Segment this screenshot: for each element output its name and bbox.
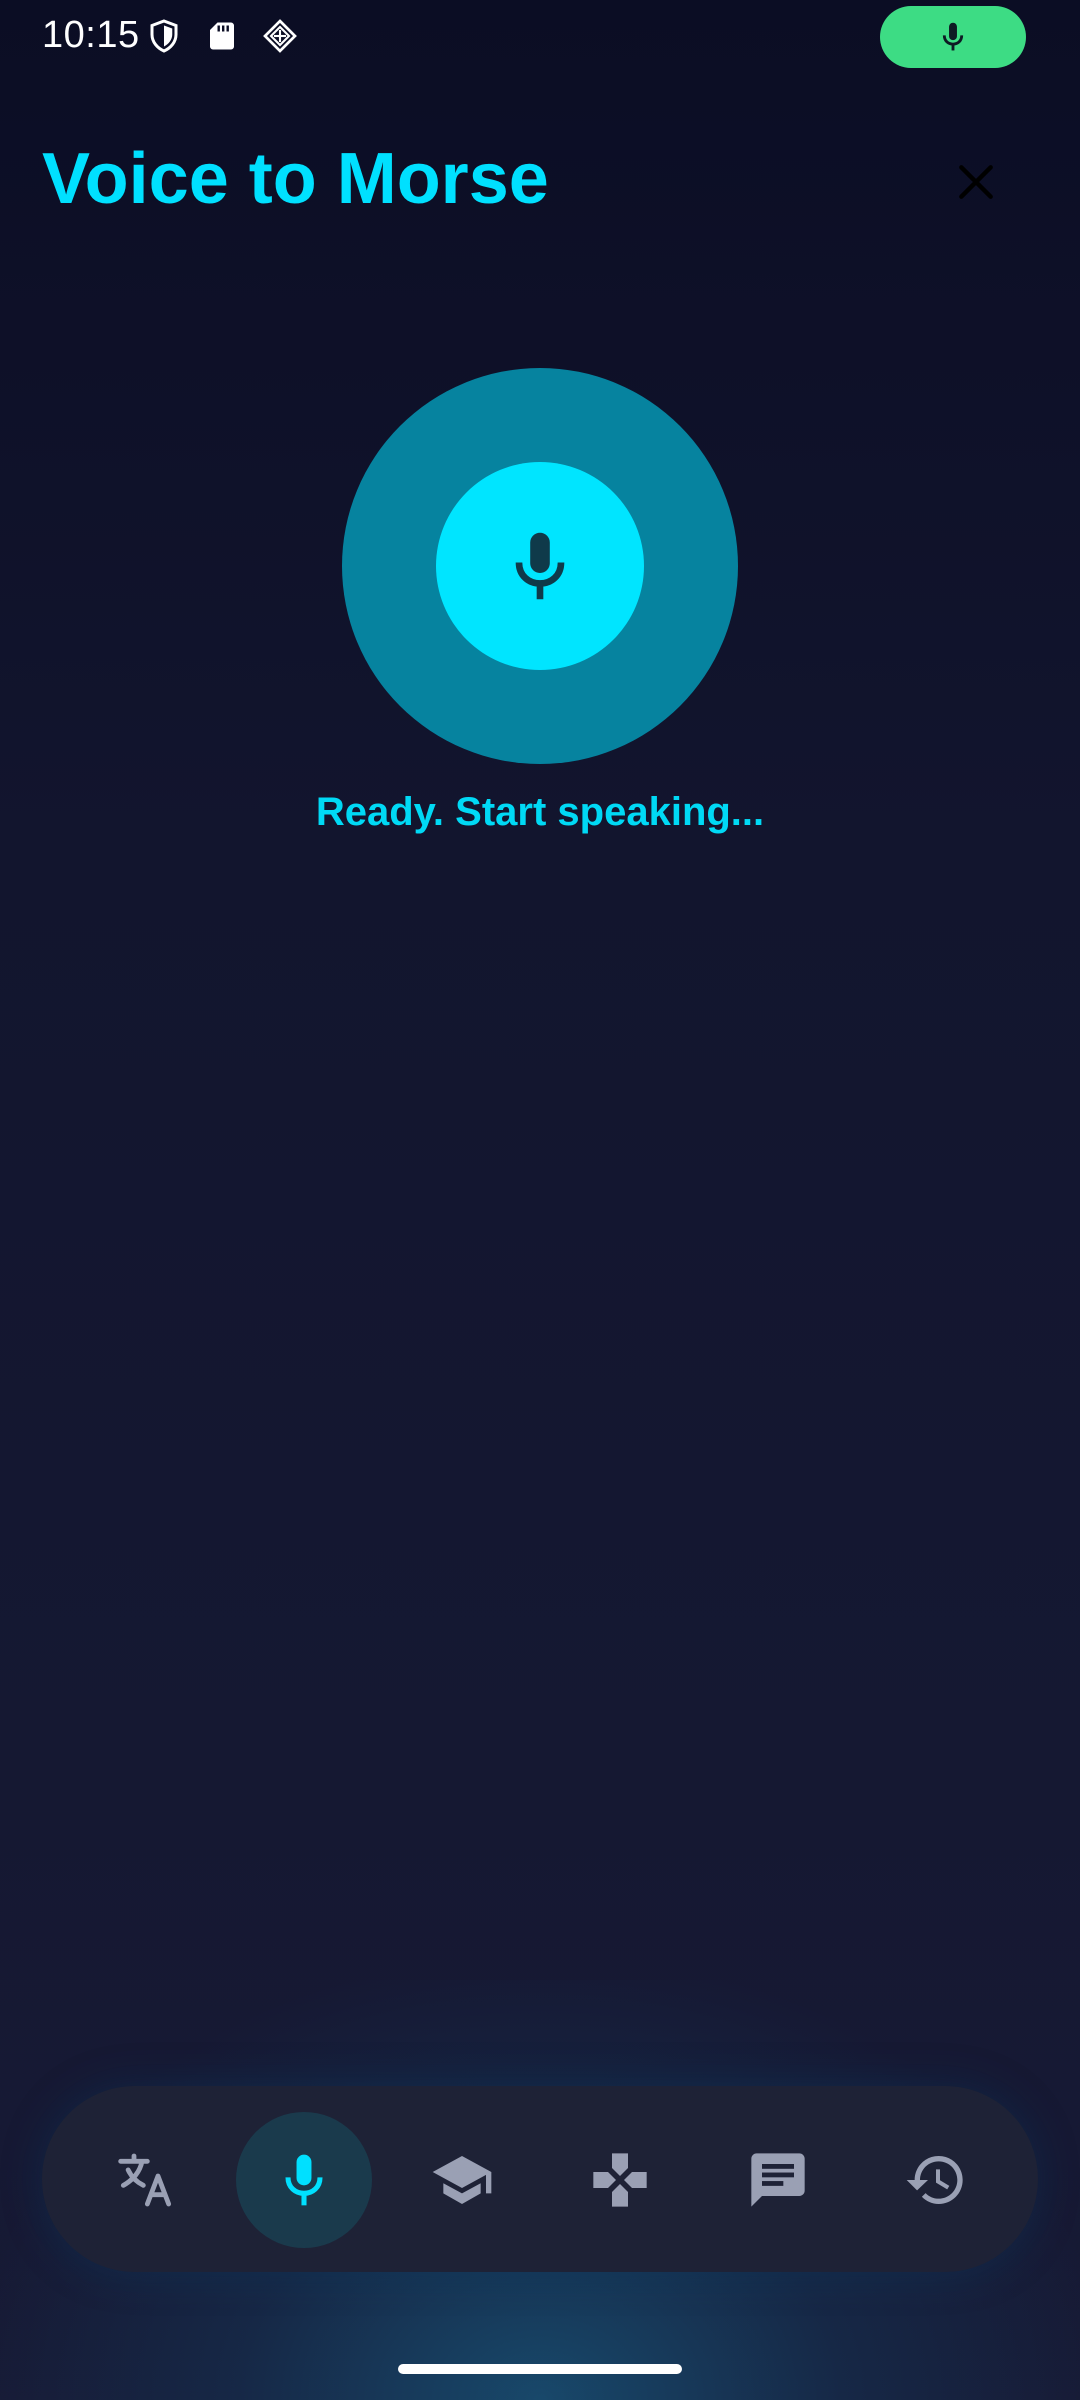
mic-icon xyxy=(515,532,565,600)
mic-icon xyxy=(942,22,964,51)
recording-status-text: Ready. Start speaking... xyxy=(315,790,765,834)
nav-voice[interactable] xyxy=(236,2112,372,2248)
history-icon xyxy=(906,2156,963,2204)
chat-icon xyxy=(751,2153,805,2207)
page-title: Voice to Morse xyxy=(42,139,549,219)
translate-icon xyxy=(118,2153,172,2207)
home-indicator[interactable] xyxy=(398,2364,682,2374)
close-button[interactable] xyxy=(944,150,1008,214)
nav-learn[interactable] xyxy=(394,2112,530,2248)
status-time: 10:15 xyxy=(42,14,140,56)
gamepad-icon xyxy=(593,2153,647,2207)
mic-icon xyxy=(285,2154,323,2206)
nav-history[interactable] xyxy=(868,2112,1004,2248)
app-notification-icon xyxy=(262,18,298,54)
nav-game[interactable] xyxy=(552,2112,688,2248)
bottom-nav xyxy=(42,2086,1038,2272)
record-button[interactable] xyxy=(436,462,644,670)
shield-icon xyxy=(146,18,182,54)
mic-in-use-indicator[interactable] xyxy=(880,6,1026,68)
graduation-cap-icon xyxy=(432,2156,492,2204)
sd-card-icon xyxy=(204,18,240,54)
status-bar: 10:15 xyxy=(0,0,1080,72)
nav-chat[interactable] xyxy=(710,2112,846,2248)
nav-translate[interactable] xyxy=(78,2112,214,2248)
close-icon xyxy=(959,165,993,199)
